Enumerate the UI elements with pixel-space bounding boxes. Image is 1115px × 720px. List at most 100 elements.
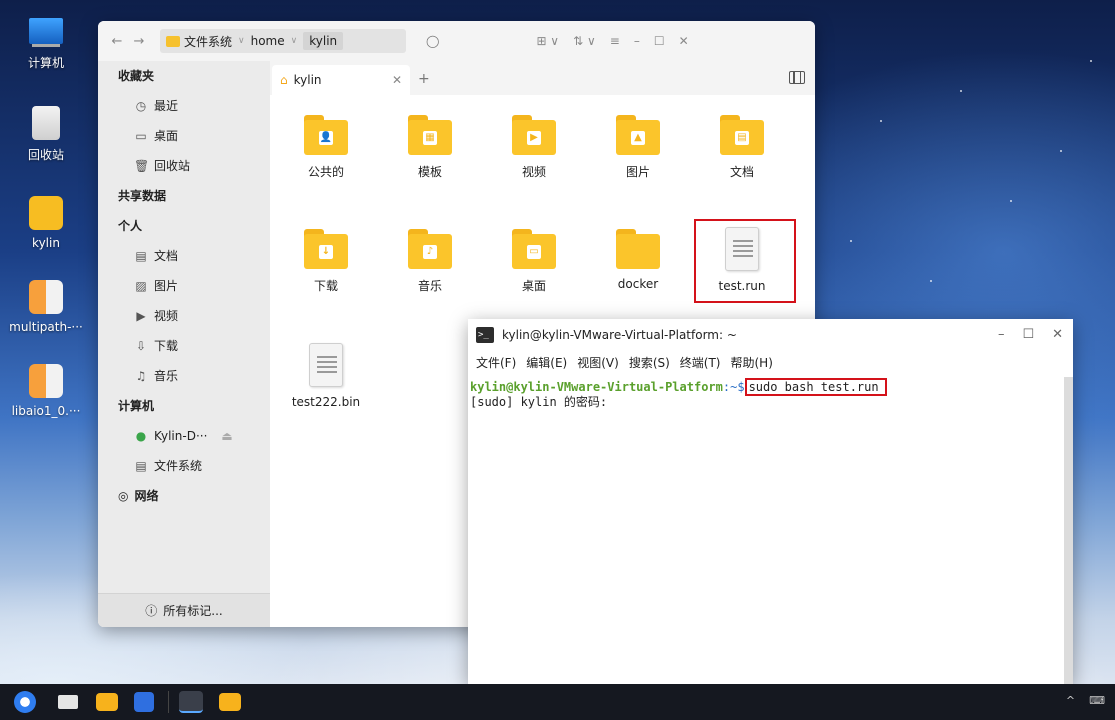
eject-icon[interactable]: ⏏ xyxy=(221,421,232,451)
close-button[interactable]: ✕ xyxy=(1052,327,1063,342)
file-item-pictures[interactable]: ▲ 图片 xyxy=(586,115,690,180)
terminal-icon: >_ xyxy=(476,327,494,343)
prompt-path: :~$ xyxy=(722,380,745,394)
all-tags-button[interactable]: ⓘ 所有标记... xyxy=(98,593,270,627)
tray-expand-icon[interactable]: ^ xyxy=(1066,694,1075,707)
desktop-icon-trash[interactable]: 回收站 xyxy=(0,106,92,163)
document-icon: ▤ xyxy=(135,249,147,263)
taskbar-divider xyxy=(168,691,169,713)
system-tray: ^ ⌨ xyxy=(1066,694,1105,707)
sidebar-header-favorites: 收藏夹 xyxy=(118,69,155,83)
file-item-documents[interactable]: ▤ 文档 xyxy=(690,115,794,180)
forward-button[interactable]: → xyxy=(128,34,150,49)
monitor-icon xyxy=(29,18,63,44)
file-item-desktop[interactable]: ▭ 桌面 xyxy=(482,229,586,294)
terminal-menubar: 文件(F) 编辑(E) 视图(V) 搜索(S) 终端(T) 帮助(H) xyxy=(468,351,1073,373)
menu-edit[interactable]: 编辑(E) xyxy=(526,354,567,371)
sidebar-item-trash[interactable]: 🗑 回收站 xyxy=(98,151,270,181)
sidebar-item-videos[interactable]: ▶ 视频 xyxy=(98,301,270,331)
taskbar: ^ ⌨ xyxy=(0,684,1115,720)
folder-icon: ▶ xyxy=(512,115,556,155)
network-icon: ◎ xyxy=(118,489,129,503)
close-tab-icon[interactable]: ✕ xyxy=(392,73,402,87)
menu-button[interactable]: ≡ xyxy=(610,34,620,48)
folder-icon xyxy=(166,35,180,47)
sidebar-item-music[interactable]: ♫ 音乐 xyxy=(98,361,270,391)
path-bar[interactable]: 文件系统 ∨ home ∨ kylin xyxy=(160,29,406,53)
tab-kylin[interactable]: ⌂ kylin ✕ xyxy=(272,65,410,95)
sidebar-item-recent[interactable]: ◷ 最近 xyxy=(98,91,270,121)
file-item-test222-bin[interactable]: test222.bin xyxy=(274,343,378,409)
minimize-button[interactable]: – xyxy=(998,327,1005,342)
file-item-templates[interactable]: ▦ 模板 xyxy=(378,115,482,180)
keyboard-icon[interactable]: ⌨ xyxy=(1089,694,1105,707)
menu-search[interactable]: 搜索(S) xyxy=(629,354,670,371)
menu-view[interactable]: 视图(V) xyxy=(577,354,619,371)
folder-icon: ♪ xyxy=(408,229,452,269)
clock-icon: ◷ xyxy=(135,99,147,113)
file-item-docker[interactable]: docker xyxy=(586,229,690,291)
path-segment-kylin[interactable]: kylin xyxy=(303,32,344,50)
desktop-icon-home[interactable]: kylin xyxy=(0,196,92,250)
folder-icon: ▭ xyxy=(512,229,556,269)
wps-writer-icon[interactable] xyxy=(134,692,154,712)
minimize-button[interactable]: – xyxy=(634,34,640,48)
sidebar-item-downloads[interactable]: ⇩ 下载 xyxy=(98,331,270,361)
file-manager-icon-2[interactable] xyxy=(219,693,241,711)
terminal-icon[interactable] xyxy=(179,691,203,713)
drive-icon: ● xyxy=(135,429,147,443)
back-button[interactable]: ← xyxy=(106,34,128,49)
view-mode-button[interactable]: ⊞ ∨ xyxy=(536,34,559,48)
multitask-icon[interactable] xyxy=(58,695,78,709)
terminal-titlebar[interactable]: >_ kylin@kylin-VMware-Virtual-Platform: … xyxy=(468,319,1073,351)
desktop-icon-libaio[interactable]: libaio1_0.··· xyxy=(0,364,92,418)
file-item-music[interactable]: ♪ 音乐 xyxy=(378,229,482,294)
path-segment-home[interactable]: home xyxy=(251,34,285,48)
info-icon: ⓘ xyxy=(145,604,158,618)
sidebar-item-desktop[interactable]: ▭ 桌面 xyxy=(98,121,270,151)
sidebar-item-pictures[interactable]: ▨ 图片 xyxy=(98,271,270,301)
chevron-down-icon: ∨ xyxy=(238,36,245,46)
path-segment-root[interactable]: 文件系统 xyxy=(166,33,232,50)
desktop-icon-multipath[interactable]: multipath-··· xyxy=(0,280,92,334)
file-item-public[interactable]: 👤 公共的 xyxy=(274,115,378,180)
home-icon: ⌂ xyxy=(280,73,288,87)
folder-icon: ▤ xyxy=(720,115,764,155)
terminal-scrollbar[interactable] xyxy=(1064,377,1073,685)
terminal-output[interactable]: kylin@kylin-VMware-Virtual-Platform:~$ su… xyxy=(468,377,1064,685)
file-item-videos[interactable]: ▶ 视频 xyxy=(482,115,586,180)
sidebar-item-network[interactable]: ◎ 网络 xyxy=(98,481,270,511)
menu-terminal[interactable]: 终端(T) xyxy=(680,354,721,371)
command-text: sudo bash test.run xyxy=(744,378,887,396)
video-icon: ▶ xyxy=(136,309,146,323)
file-manager-icon[interactable] xyxy=(96,693,118,711)
window-title: kylin@kylin-VMware-Virtual-Platform: ~ xyxy=(502,328,737,342)
close-button[interactable]: ✕ xyxy=(679,34,689,48)
sidebar-item-documents[interactable]: ▤ 文档 xyxy=(98,241,270,271)
trash-icon: 🗑 xyxy=(134,159,150,173)
search-icon[interactable]: ◯ xyxy=(426,34,439,48)
desktop-icon-computer[interactable]: 计算机 xyxy=(0,18,92,71)
image-icon: ▨ xyxy=(135,279,147,293)
folder-icon: ▦ xyxy=(408,115,452,155)
sidebar-item-kylin-drive[interactable]: ● Kylin-D··· ⏏ xyxy=(98,421,270,451)
trash-icon xyxy=(32,106,60,140)
file-item-downloads[interactable]: ↓ 下载 xyxy=(274,229,378,294)
desktop-icon: ▭ xyxy=(135,129,147,143)
harddisk-icon: ▤ xyxy=(135,459,147,473)
maximize-button[interactable]: ☐ xyxy=(654,34,665,48)
terminal-window: >_ kylin@kylin-VMware-Virtual-Platform: … xyxy=(468,319,1073,685)
start-menu-icon[interactable] xyxy=(14,691,36,713)
folder-icon: ↓ xyxy=(304,229,348,269)
sidebar-item-filesystem[interactable]: ▤ 文件系统 xyxy=(98,451,270,481)
menu-file[interactable]: 文件(F) xyxy=(476,354,516,371)
menu-help[interactable]: 帮助(H) xyxy=(731,354,773,371)
new-tab-button[interactable]: + xyxy=(418,71,430,87)
terminal-line-password: [sudo] kylin 的密码: xyxy=(470,395,608,409)
text-file-icon xyxy=(309,343,343,387)
sidebar-header-shared[interactable]: 共享数据 xyxy=(98,181,270,211)
maximize-button[interactable]: ☐ xyxy=(1022,327,1034,342)
chevron-down-icon: ∨ xyxy=(290,36,298,46)
columns-icon[interactable] xyxy=(789,71,805,84)
sort-button[interactable]: ⇅ ∨ xyxy=(573,34,596,48)
